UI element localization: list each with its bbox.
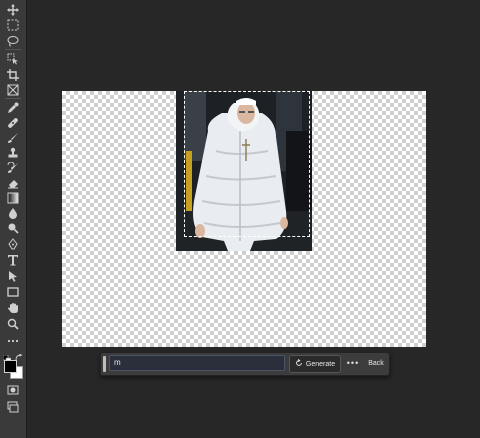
generate-label: Generate [305, 360, 336, 368]
type-icon[interactable] [4, 253, 22, 267]
dodge-icon[interactable] [4, 221, 22, 235]
rectangle-icon[interactable] [4, 285, 22, 299]
eyedropper-icon[interactable] [4, 101, 22, 115]
crop-icon[interactable] [4, 68, 22, 82]
more-options-label: ••• [346, 358, 360, 368]
back-button[interactable]: Back [365, 355, 387, 371]
zoom-icon[interactable] [4, 317, 22, 331]
generate-icon [295, 359, 303, 369]
gradient-icon[interactable] [4, 191, 22, 205]
default-colors-icon[interactable] [2, 350, 12, 364]
lasso-icon[interactable] [4, 34, 22, 48]
move-icon[interactable] [4, 3, 22, 17]
quick-mask-icon[interactable] [4, 383, 22, 397]
screen-mode-icon[interactable] [4, 400, 22, 414]
tools-panel [0, 0, 27, 438]
hand-icon[interactable] [4, 301, 22, 315]
healing-brush-icon[interactable] [4, 116, 22, 130]
marquee-icon[interactable] [4, 18, 22, 32]
path-select-icon[interactable] [4, 269, 22, 283]
swap-colors-icon[interactable] [15, 349, 23, 361]
generate-button[interactable]: Generate [289, 355, 341, 373]
foreground-color-swatch[interactable] [4, 360, 17, 373]
more-tools-icon[interactable] [4, 334, 22, 348]
brush-icon[interactable] [4, 131, 22, 145]
taskbar-drag-handle[interactable] [103, 356, 106, 372]
object-select-icon[interactable] [4, 52, 22, 66]
blur-icon[interactable] [4, 206, 22, 220]
contextual-task-bar: Generate ••• Back [100, 352, 390, 376]
more-options-button[interactable]: ••• [345, 355, 361, 371]
eraser-icon[interactable] [4, 176, 22, 190]
clone-stamp-icon[interactable] [4, 146, 22, 160]
frame-icon[interactable] [4, 83, 22, 97]
generative-fill-prompt-input[interactable] [109, 355, 285, 371]
pen-icon[interactable] [4, 237, 22, 251]
document-photo[interactable] [176, 91, 312, 251]
history-brush-icon[interactable] [4, 161, 22, 175]
back-label: Back [368, 359, 384, 367]
